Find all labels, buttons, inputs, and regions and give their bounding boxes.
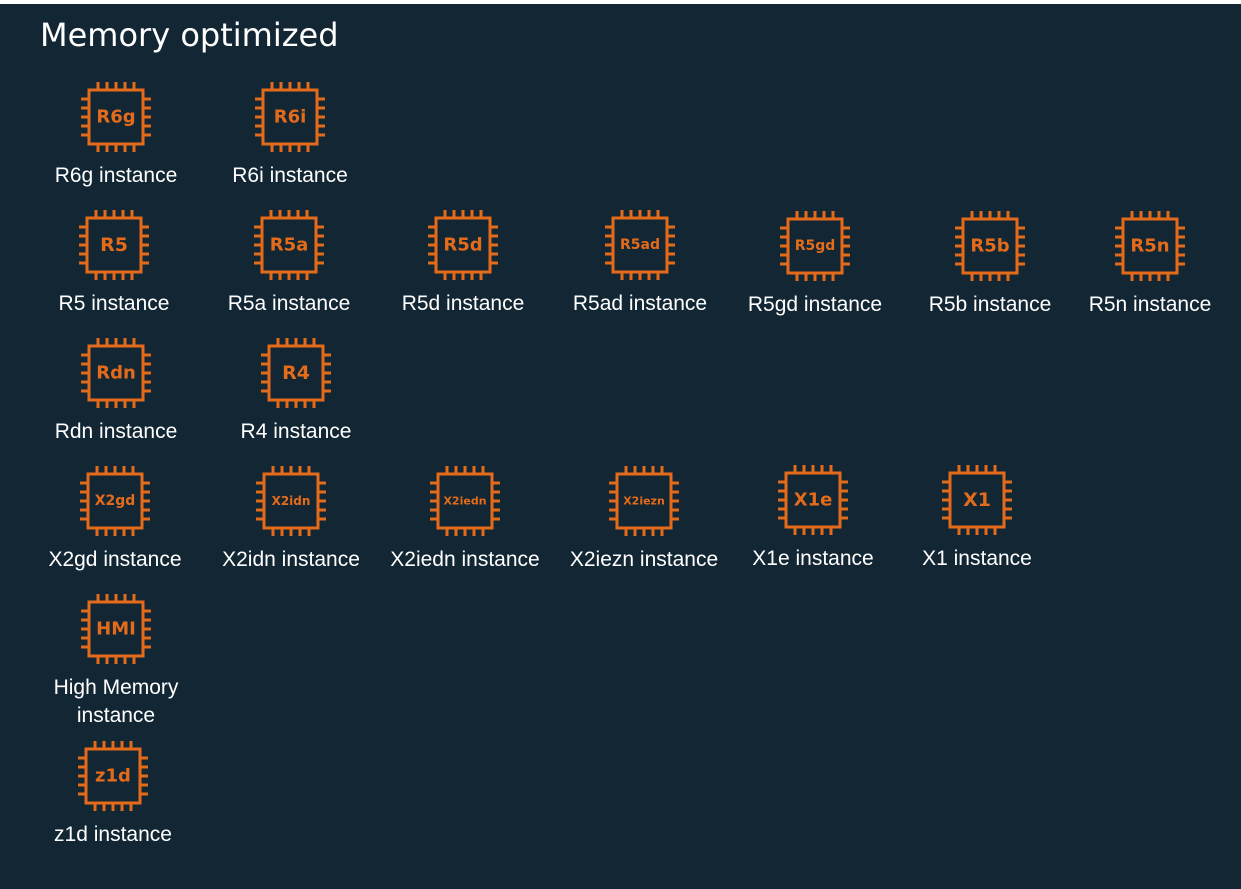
instance-label: R5gd instance bbox=[747, 293, 883, 316]
chip-text: X2idn bbox=[272, 494, 311, 508]
chip-text: R5a bbox=[270, 235, 309, 256]
chip-text: R5gd bbox=[795, 238, 836, 254]
cpu-chip-icon: R5 bbox=[79, 210, 149, 280]
instance-label: R5d instance bbox=[401, 292, 525, 315]
chip-text: R5 bbox=[100, 234, 128, 256]
cpu-chip-icon: R5d bbox=[428, 210, 498, 280]
instance-label: X2idn instance bbox=[222, 548, 360, 571]
cpu-chip-icon: Rdn bbox=[81, 338, 151, 408]
chip-text: R6i bbox=[274, 107, 307, 128]
instance-tile: R5a R5a instance bbox=[199, 208, 379, 318]
chip-text: R4 bbox=[282, 362, 310, 384]
cpu-chip-icon: X2idn bbox=[256, 466, 326, 536]
cpu-chip-icon: R5b bbox=[955, 211, 1025, 281]
cpu-chip-icon: z1d bbox=[78, 741, 148, 811]
instance-tile: Rdn Rdn instance bbox=[26, 336, 206, 446]
instance-label: X1e instance bbox=[752, 547, 874, 570]
instance-label: Rdn instance bbox=[54, 420, 178, 443]
chip-text: X1e bbox=[794, 490, 833, 511]
chip-text: X2gd bbox=[95, 493, 136, 509]
instance-tile: R5ad R5ad instance bbox=[550, 208, 730, 318]
cpu-chip-icon: HMI bbox=[81, 594, 151, 664]
instance-tile: R5b R5b instance bbox=[900, 209, 1080, 319]
cpu-chip-icon: X1e bbox=[778, 465, 848, 535]
chip-text: R5b bbox=[970, 236, 1009, 257]
cpu-chip-icon: R4 bbox=[261, 338, 331, 408]
instance-label: X2iezn instance bbox=[569, 548, 719, 571]
instance-tile: R5 R5 instance bbox=[24, 208, 204, 318]
cpu-chip-icon: X1 bbox=[942, 465, 1012, 535]
instance-label: R6i instance bbox=[232, 164, 348, 187]
instance-label: X2gd instance bbox=[48, 548, 182, 571]
cpu-chip-icon: X2gd bbox=[80, 466, 150, 536]
cpu-chip-icon: R5n bbox=[1115, 211, 1185, 281]
diagram-panel: Memory optimized R6g R6g instance R6i R6i i… bbox=[0, 4, 1241, 889]
instance-tile: X2iezn X2iezn instance bbox=[554, 464, 734, 574]
cpu-chip-icon: X2iedn bbox=[430, 466, 500, 536]
instance-tile: R5gd R5gd instance bbox=[725, 209, 905, 319]
cpu-chip-icon: X2iezn bbox=[609, 466, 679, 536]
chip-text: Rdn bbox=[96, 363, 136, 384]
chip-text: R5ad bbox=[620, 237, 660, 253]
chip-text: X2iedn bbox=[443, 495, 486, 508]
cpu-chip-icon: R5gd bbox=[780, 211, 850, 281]
instance-label: R5b instance bbox=[928, 293, 1052, 316]
instance-label: X1 instance bbox=[922, 547, 1032, 570]
instance-label: R5n instance bbox=[1088, 293, 1212, 316]
chip-text: R5n bbox=[1130, 236, 1169, 257]
cpu-chip-icon: R5a bbox=[254, 210, 324, 280]
instance-tile: R4 R4 instance bbox=[206, 336, 386, 446]
instance-label: R4 instance bbox=[240, 420, 352, 443]
chip-text: HMI bbox=[96, 619, 136, 640]
instance-tile: R6g R6g instance bbox=[26, 80, 206, 190]
instance-tile: z1d z1d instance bbox=[23, 739, 203, 849]
chip-text: X1 bbox=[963, 489, 991, 511]
instance-label: X2iedn instance bbox=[390, 548, 540, 571]
instance-tile: X2gd X2gd instance bbox=[25, 464, 205, 574]
instance-tile: X2idn X2idn instance bbox=[201, 464, 381, 574]
chip-text: z1d bbox=[95, 766, 131, 787]
instance-tile: X2iedn X2iedn instance bbox=[375, 464, 555, 574]
instance-label: R5ad instance bbox=[572, 292, 708, 315]
instance-label: R5 instance bbox=[58, 292, 170, 315]
instance-label: z1d instance bbox=[54, 823, 172, 846]
instance-label: R6g instance bbox=[54, 164, 178, 187]
instance-tile: R5n R5n instance bbox=[1060, 209, 1240, 319]
cpu-chip-icon: R6i bbox=[255, 82, 325, 152]
cpu-chip-icon: R6g bbox=[81, 82, 151, 152]
chip-text: R6g bbox=[96, 107, 135, 128]
instance-tile: X1 X1 instance bbox=[887, 463, 1067, 573]
instance-tile: X1e X1e instance bbox=[723, 463, 903, 573]
chip-text: X2iezn bbox=[623, 495, 665, 508]
instance-tile: R6i R6i instance bbox=[200, 80, 380, 190]
page-title: Memory optimized bbox=[40, 16, 339, 54]
instance-label: High Memory instance bbox=[53, 676, 179, 727]
instance-tile: HMI High Memory instance bbox=[26, 592, 206, 730]
instance-tile: R5d R5d instance bbox=[373, 208, 553, 318]
chip-text: R5d bbox=[443, 235, 482, 256]
instance-label: R5a instance bbox=[227, 292, 351, 315]
cpu-chip-icon: R5ad bbox=[605, 210, 675, 280]
